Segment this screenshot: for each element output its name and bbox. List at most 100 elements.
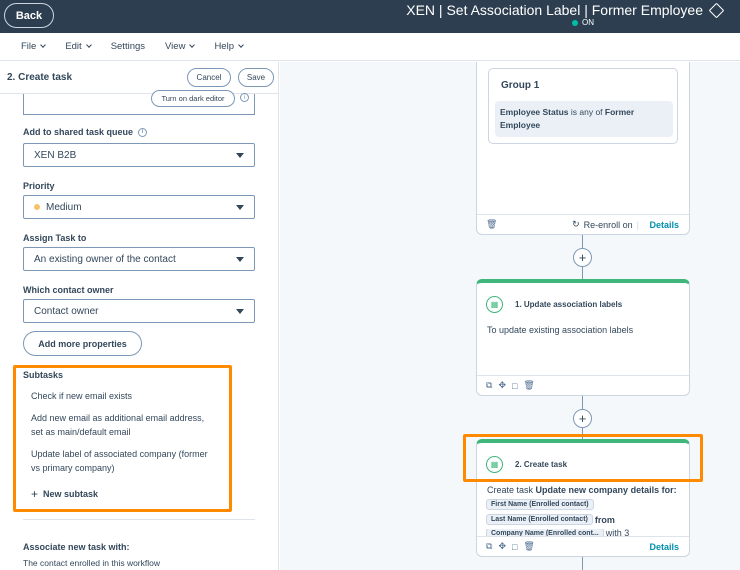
group-condition: Employee Status is any of Former Employe… (495, 101, 673, 137)
add-action-button[interactable]: + (573, 248, 592, 267)
back-button[interactable]: Back (4, 3, 54, 28)
menu-edit[interactable]: Edit (65, 41, 92, 52)
associate-value: The contact enrolled in this workflow (23, 558, 161, 568)
token-line: First Name (Enrolled contact) (486, 499, 596, 510)
reenroll-label: Re-enroll on (583, 219, 633, 230)
queue-value: XEN B2B (34, 149, 77, 161)
menu-view[interactable]: View (165, 41, 196, 52)
priority-dot-icon (34, 204, 40, 210)
workflow-canvas[interactable]: 🗑 ↻ Re-enroll on | Details Group 1 Emplo… (280, 62, 740, 570)
add-action-button[interactable]: + (573, 409, 592, 428)
move-icon[interactable]: ✥ (498, 541, 506, 552)
menu-help[interactable]: Help (214, 41, 244, 52)
action-card-footer: ⧉ ✥ □ 🗑 Details (477, 536, 689, 556)
divider (23, 519, 255, 520)
menu-edit-label: Edit (65, 41, 82, 52)
refresh-icon: ↻ (572, 219, 580, 229)
trigger-card-footer: 🗑 ↻ Re-enroll on | Details (477, 214, 689, 234)
queue-label: Add to shared task queue i (23, 127, 148, 137)
action-editor-panel: 2. Create task Cancel Save Turn on dark … (0, 62, 279, 570)
clone-icon[interactable]: □ (512, 542, 517, 552)
move-icon[interactable]: ✥ (498, 380, 506, 391)
info-icon[interactable]: i (240, 93, 249, 102)
workflow-title-text: XEN | Set Association Label | Former Emp… (406, 2, 703, 18)
condition-operator: is any of (570, 107, 603, 117)
pencil-icon[interactable] (708, 2, 725, 18)
details-link[interactable]: Details (649, 542, 679, 552)
panel-header: 2. Create task Cancel Save (0, 62, 278, 94)
owner-select[interactable]: Contact owner (23, 299, 255, 323)
status-dot-icon (572, 19, 578, 26)
create-task-highlight-box (463, 434, 703, 482)
menu-file-label: File (21, 41, 37, 52)
reenroll-toggle[interactable]: ↻ Re-enroll on | (572, 219, 639, 230)
action-title: 1. Update association labels (515, 300, 623, 309)
info-icon[interactable]: i (138, 127, 148, 137)
subtask-item[interactable]: Update label of associated company (form… (31, 447, 216, 475)
trash-icon[interactable]: 🗑 (486, 219, 497, 230)
new-subtask-label: New subtask (43, 489, 99, 499)
priority-select[interactable]: Medium (23, 195, 255, 219)
save-button[interactable]: Save (238, 68, 274, 87)
assign-value: An existing owner of the contact (34, 253, 176, 265)
plus-icon: + (31, 487, 39, 501)
token-line: Last Name (Enrolled contact) from (486, 514, 615, 525)
action-card-footer: ⧉ ✥ □ 🗑 (477, 375, 689, 395)
trash-icon[interactable]: 🗑 (523, 541, 534, 552)
associate-title: Associate new task with: (23, 542, 130, 552)
cancel-button[interactable]: Cancel (187, 68, 231, 87)
top-bar: Back XEN | Set Association Label | Forme… (0, 0, 740, 33)
chevron-down-icon (238, 42, 244, 48)
queue-label-text: Add to shared task queue (23, 127, 134, 137)
add-more-properties-button[interactable]: Add more properties (23, 331, 142, 356)
token-first-name: First Name (Enrolled contact) (486, 499, 594, 510)
menu-help-label: Help (214, 41, 234, 52)
chevron-down-icon (40, 42, 47, 48)
token-last-name: Last Name (Enrolled contact) (486, 514, 593, 525)
action-description: Create task Update new company details f… (487, 485, 677, 495)
subtask-item[interactable]: Check if new email exists (31, 389, 216, 403)
action-desc-prefix: Create task (487, 485, 534, 495)
group-title: Group 1 (501, 80, 540, 91)
connector-line (582, 557, 583, 570)
priority-label: Priority (23, 181, 55, 191)
caret-down-icon (236, 205, 244, 210)
assign-label: Assign Task to (23, 233, 87, 243)
chevron-down-icon (85, 42, 92, 48)
action-description: To update existing association labels (487, 325, 634, 335)
dark-editor-button[interactable]: Turn on dark editor (151, 90, 235, 107)
details-link[interactable]: Details (649, 220, 679, 230)
workflow-title[interactable]: XEN | Set Association Label | Former Emp… (406, 2, 725, 18)
menu-settings-label: Settings (110, 41, 146, 52)
trash-icon[interactable]: 🗑 (523, 380, 534, 391)
action-card-1[interactable]: ▦ 1. Update association labels To update… (476, 279, 690, 396)
subtask-item[interactable]: Add new email as additional email addres… (31, 411, 216, 439)
caret-down-icon (236, 257, 244, 262)
condition-property: Employee Status (500, 107, 569, 117)
menu-bar: File Edit Settings View Help (0, 33, 740, 61)
action-icon: ▦ (486, 296, 503, 313)
priority-value: Medium (46, 201, 82, 213)
menu-settings[interactable]: Settings (111, 41, 145, 52)
menu-view-label: View (165, 41, 186, 52)
token-from: from (594, 514, 615, 525)
clone-icon[interactable]: □ (512, 381, 517, 391)
menu-file[interactable]: File (21, 41, 47, 52)
panel-title: 2. Create task (7, 72, 73, 83)
copy-icon[interactable]: ⧉ (486, 541, 492, 552)
action-desc-bold: Update new company details for: (535, 485, 677, 495)
status-indicator: ON (572, 18, 594, 27)
caret-down-icon (236, 153, 244, 158)
status-text: ON (582, 18, 594, 27)
separator: | (636, 219, 639, 230)
chevron-down-icon (189, 42, 196, 48)
new-subtask-button[interactable]: + New subtask (31, 487, 98, 501)
owner-label: Which contact owner (23, 285, 114, 295)
copy-icon[interactable]: ⧉ (486, 380, 492, 391)
assign-select[interactable]: An existing owner of the contact (23, 247, 255, 271)
caret-down-icon (236, 309, 244, 314)
subtasks-title: Subtasks (23, 370, 64, 380)
queue-select[interactable]: XEN B2B (23, 143, 255, 167)
owner-value: Contact owner (34, 305, 99, 317)
group-card[interactable]: Group 1 Employee Status is any of Former… (488, 68, 678, 144)
